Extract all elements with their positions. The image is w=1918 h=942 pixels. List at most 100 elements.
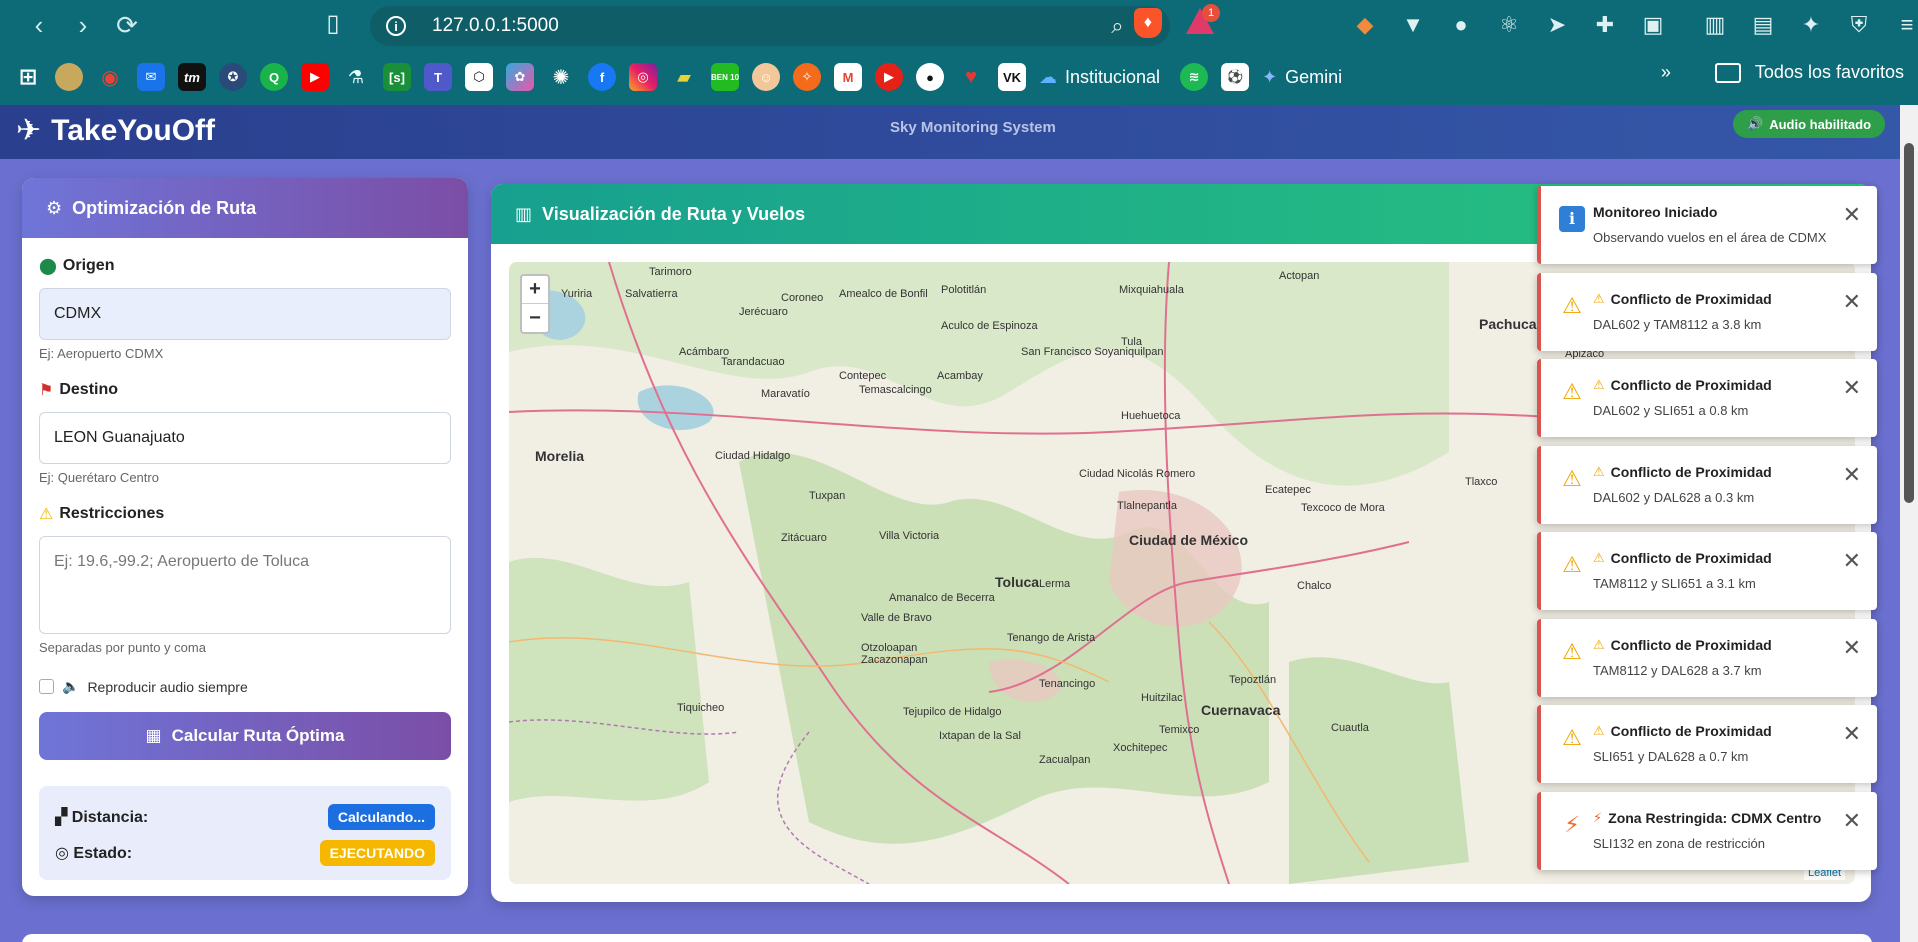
more-bookmarks-icon[interactable]: »: [1661, 62, 1671, 83]
bookmark-teams-icon[interactable]: T: [424, 63, 452, 91]
brand[interactable]: ✈ TakeYouOff: [16, 113, 215, 148]
vpn-icon[interactable]: ⛨: [1844, 10, 1874, 40]
bookmark-gemini[interactable]: ✦ Gemini: [1262, 67, 1342, 88]
notification-description: DAL602 y TAM8112 a 3.8 km: [1593, 316, 1762, 332]
bookmark-soccer-icon[interactable]: ⚽: [1221, 63, 1250, 91]
notification-title-text: Conflicto de Proximidad: [1610, 377, 1772, 393]
bookmark-codepen-icon[interactable]: ⬡: [465, 63, 493, 91]
brave-rewards-icon[interactable]: 1: [1186, 4, 1220, 38]
notification-title: ⚠ Conflicto de Proximidad: [1593, 377, 1772, 393]
destination-input[interactable]: LEON Guanajuato: [39, 412, 451, 464]
audio-always-checkbox-row[interactable]: 🔈 Reproducir audio siempre: [39, 678, 248, 695]
bookmark-flask-icon[interactable]: ⚗: [342, 63, 370, 91]
menu-icon[interactable]: ≡: [1892, 10, 1918, 40]
site-info-icon[interactable]: i: [386, 16, 406, 36]
all-favorites-link[interactable]: Todos los favoritos: [1755, 62, 1904, 83]
extensions-puzzle-icon[interactable]: ✚: [1590, 10, 1620, 40]
restrictions-label-text: Restricciones: [59, 505, 165, 522]
page-scrollbar[interactable]: [1900, 105, 1918, 942]
route-panel-header: ⚙ Optimización de Ruta: [22, 178, 468, 238]
close-icon[interactable]: ✕: [1843, 375, 1861, 401]
audio-always-checkbox[interactable]: [39, 679, 54, 694]
close-icon[interactable]: ✕: [1843, 808, 1861, 834]
apps-grid-icon[interactable]: ⊞: [14, 63, 42, 91]
url-text[interactable]: 127.0.0.1:5000: [432, 15, 559, 37]
restrictions-textarea[interactable]: Ej: 19.6,-99.2; Aeropuerto de Toluca: [39, 536, 451, 634]
bookmark-play-icon[interactable]: ▶: [875, 63, 903, 91]
notification-title-text: Conflicto de Proximidad: [1610, 290, 1772, 307]
back-icon[interactable]: ‹: [22, 8, 56, 42]
map-place-label: Amanalco de Becerra: [889, 592, 995, 604]
extension-hat-icon[interactable]: ◆: [1350, 10, 1380, 40]
notification-toast: ⚠ ⚠ Conflicto de Proximidad SLI651 y DAL628…: [1537, 705, 1877, 783]
bookmark-icon[interactable]: ▯: [318, 9, 348, 39]
bookmark-facebook-icon[interactable]: f: [588, 63, 616, 91]
bookmark-youtube-icon[interactable]: ▶: [301, 63, 329, 91]
extension-search-icon[interactable]: ▣: [1638, 10, 1668, 40]
distance-row: ▞ Distancia: Calculando...: [55, 804, 435, 830]
bookmark-tm-icon[interactable]: tm: [178, 63, 206, 91]
origin-field-group: ⬤ Origen CDMX Ej: Aeropuerto CDMX: [39, 256, 451, 361]
zoom-control: + −: [520, 274, 550, 334]
extension-blob-icon[interactable]: ●: [1446, 10, 1476, 40]
close-icon[interactable]: ✕: [1843, 721, 1861, 747]
notification-toast: ⚡ ⚡ Zona Restringida: CDMX Centro SLI132 en…: [1537, 791, 1877, 870]
audio-status-badge[interactable]: 🔊 Audio habilitado: [1733, 110, 1886, 138]
map-place-label: Ciudad Hidalgo: [715, 450, 791, 462]
close-icon[interactable]: ✕: [1843, 289, 1861, 315]
bookmarks-bar: ⊞ ◉ ✉ tm ✪ Q ▶ ⚗ [s] T ⬡ ✿ ✺ f ◎ ▰ BEN 1…: [0, 55, 1918, 99]
notification-title-text: Conflicto de Proximidad: [1610, 723, 1772, 739]
warning-small-icon: ⚠: [1593, 550, 1605, 565]
bookmark-vk-icon[interactable]: VK: [998, 63, 1026, 91]
bookmark-q-icon[interactable]: Q: [260, 63, 288, 91]
calculate-route-button[interactable]: ▦ Calcular Ruta Óptima: [39, 712, 451, 760]
scrollbar-thumb[interactable]: [1904, 143, 1914, 503]
map-place-label: Tarimoro: [649, 266, 692, 278]
bookmark-chatgpt-icon[interactable]: ✺: [547, 63, 575, 91]
map-place-label: Contepec: [839, 370, 887, 382]
address-bar[interactable]: i 127.0.0.1:5000 ⌕ ⇪: [370, 6, 1170, 46]
notification-toast: ⚠ ⚠ Conflicto de Proximidad TAM8112 y DAL62…: [1537, 618, 1877, 697]
zoom-icon[interactable]: ⌕: [1111, 13, 1123, 39]
zoom-in-button[interactable]: +: [522, 276, 548, 304]
lightning-small-icon: ⚡: [1593, 809, 1603, 825]
bookmark-maps-icon[interactable]: ◉: [96, 63, 124, 91]
bookmarks-overflow: » Todos los favoritos: [1661, 62, 1904, 83]
bookmark-spotify-icon[interactable]: ≋: [1180, 63, 1209, 91]
distance-label-wrap: ▞ Distancia:: [55, 807, 148, 827]
bookmark-instagram-icon[interactable]: ◎: [629, 63, 657, 91]
close-icon[interactable]: ✕: [1843, 462, 1861, 488]
forward-icon[interactable]: ›: [66, 8, 100, 42]
bookmark-seal-icon[interactable]: ✪: [219, 63, 247, 91]
warning-small-icon: ⚠: [1593, 377, 1605, 392]
notification-title: ⚠ Conflicto de Proximidad: [1593, 723, 1772, 739]
bookmark-compass-icon[interactable]: ✧: [793, 63, 821, 91]
map-place-label: Lerma: [1039, 578, 1071, 590]
bookmark-avatar-icon[interactable]: ☺: [752, 63, 780, 91]
bookmark-copilot-icon[interactable]: ✿: [506, 63, 534, 91]
bookmark-gmail-icon[interactable]: M: [834, 63, 862, 91]
close-icon[interactable]: ✕: [1843, 635, 1861, 661]
lightning-icon: ⚡: [1564, 811, 1580, 837]
bookmark-ben10-icon[interactable]: BEN 10: [711, 63, 739, 91]
zoom-out-button[interactable]: −: [522, 304, 548, 332]
extension-atom-icon[interactable]: ⚛: [1494, 10, 1524, 40]
wallet-icon[interactable]: ▤: [1748, 10, 1778, 40]
bookmark-tag-icon[interactable]: ▰: [670, 63, 698, 91]
origin-input[interactable]: CDMX: [39, 288, 451, 340]
bookmark-circle-icon[interactable]: [55, 63, 83, 91]
bookmark-github-icon[interactable]: ●: [916, 63, 944, 91]
close-icon[interactable]: ✕: [1843, 202, 1861, 228]
bookmark-heart-icon[interactable]: ♥: [957, 63, 985, 91]
sidebar-toggle-icon[interactable]: ▥: [1700, 10, 1730, 40]
bookmark-s-icon[interactable]: [s]: [383, 63, 411, 91]
extension-v-icon[interactable]: ▼: [1398, 10, 1428, 40]
bookmark-outlook-icon[interactable]: ✉: [137, 63, 165, 91]
map-place-label: Valle de Bravo: [861, 612, 932, 624]
leo-ai-icon[interactable]: ✦: [1796, 10, 1826, 40]
close-icon[interactable]: ✕: [1843, 548, 1861, 574]
bookmark-institucional[interactable]: ☁ Institucional: [1039, 67, 1160, 88]
brave-shield-icon[interactable]: ♦: [1134, 8, 1162, 38]
extension-cursor-icon[interactable]: ➤: [1542, 10, 1572, 40]
reload-icon[interactable]: ⟳: [110, 8, 144, 42]
